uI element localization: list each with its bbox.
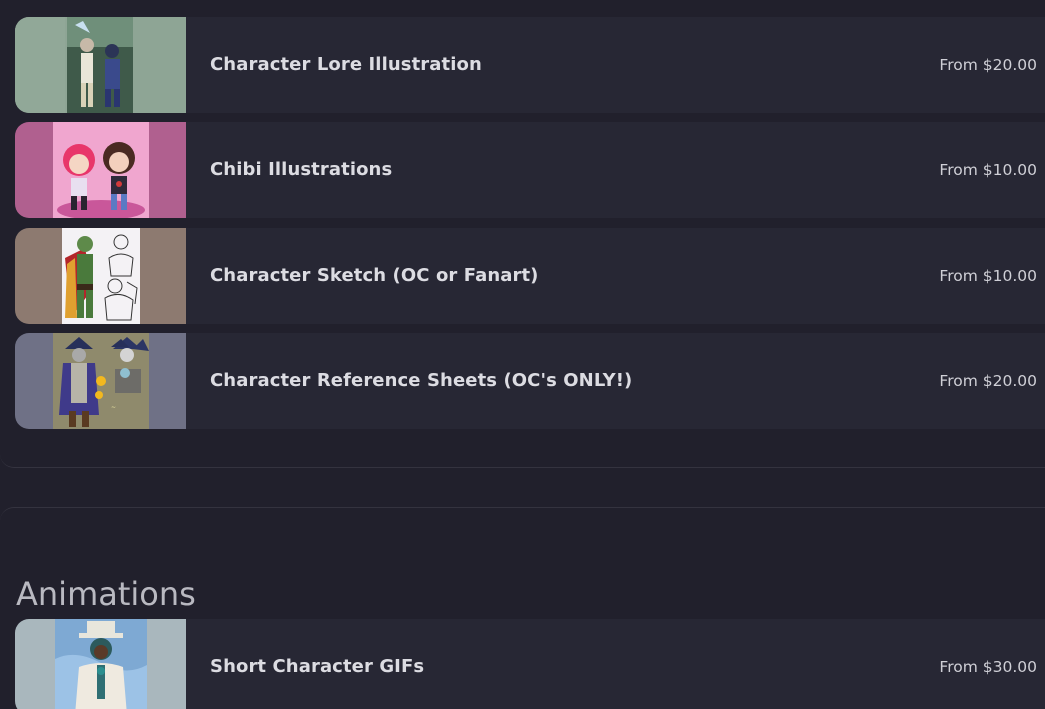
item-price: From $10.00 xyxy=(939,267,1037,285)
item-title: Chibi Illustrations xyxy=(210,159,393,180)
short-character-gif-thumbnail xyxy=(15,619,186,709)
commission-item-lore-illustration[interactable]: Character Lore Illustration From $20.00 xyxy=(15,17,1045,113)
svg-text:~: ~ xyxy=(111,404,116,411)
section-heading-animations: Animations xyxy=(16,574,196,613)
item-title: Character Sketch (OC or Fanart) xyxy=(210,265,539,286)
commission-item-reference-sheets[interactable]: ~ Character Reference Sheets (OC's ONLY!… xyxy=(15,333,1045,429)
item-title: Character Reference Sheets (OC's ONLY!) xyxy=(210,370,633,391)
character-sketch-thumbnail xyxy=(15,228,186,324)
item-price: From $20.00 xyxy=(939,56,1037,74)
item-title: Character Lore Illustration xyxy=(210,54,482,75)
character-reference-sheet-thumbnail: ~ xyxy=(15,333,186,429)
commission-item-character-sketch[interactable]: Character Sketch (OC or Fanart) From $10… xyxy=(15,228,1045,324)
commission-page: Character Lore Illustration From $20.00 xyxy=(0,0,1045,709)
lore-illustration-thumbnail xyxy=(15,17,186,113)
item-title: Short Character GIFs xyxy=(210,656,425,677)
animations-panel-top-border xyxy=(0,507,1045,522)
commission-item-chibi-illustrations[interactable]: Chibi Illustrations From $10.00 xyxy=(15,122,1045,218)
item-price: From $20.00 xyxy=(939,372,1037,390)
item-price: From $30.00 xyxy=(939,658,1037,676)
item-price: From $10.00 xyxy=(939,161,1037,179)
commission-item-short-character-gifs[interactable]: Short Character GIFs From $30.00 xyxy=(15,619,1045,709)
chibi-illustrations-thumbnail xyxy=(15,122,186,218)
